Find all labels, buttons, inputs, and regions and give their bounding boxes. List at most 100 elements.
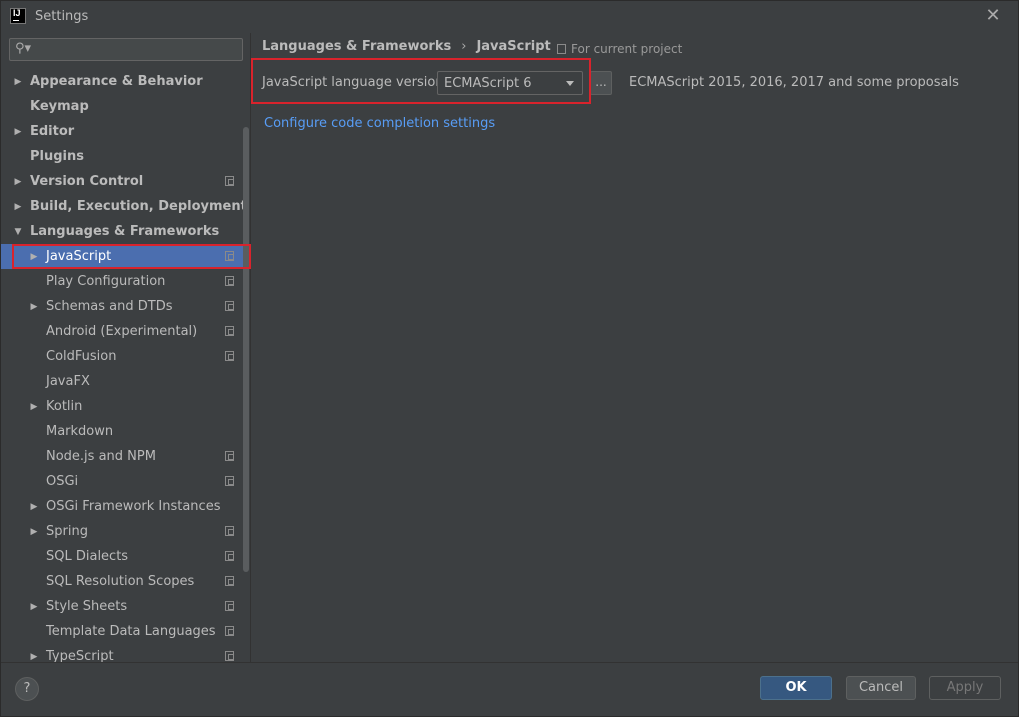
sidebar-item-label: Version Control [30, 174, 144, 189]
search-icon: ⚲▾ [15, 41, 32, 56]
sidebar-item-typescript[interactable]: ▶ TypeScript [1, 644, 250, 662]
project-scope-icon [225, 576, 234, 586]
logo-text: IJ [13, 8, 21, 18]
sidebar-item-coldfusion[interactable]: ColdFusion [1, 344, 250, 369]
highlight-box-javascript [12, 244, 251, 269]
close-icon[interactable]: ✕ [984, 7, 1002, 25]
collapsed-arrow-icon[interactable]: ▶ [29, 602, 39, 612]
sidebar-item-label: Schemas and DTDs [46, 299, 173, 314]
sidebar-item-osgi[interactable]: OSGi [1, 469, 250, 494]
collapsed-arrow-icon[interactable]: ▶ [29, 502, 39, 512]
sidebar-item-template-data-languages[interactable]: Template Data Languages [1, 619, 250, 644]
breadcrumb: Languages & Frameworks › JavaScript [262, 39, 551, 54]
cancel-button[interactable]: Cancel [846, 676, 916, 700]
sidebar-item-sql-resolution-scopes[interactable]: SQL Resolution Scopes [1, 569, 250, 594]
sidebar-item-label: TypeScript [46, 649, 114, 662]
collapsed-arrow-icon[interactable]: ▶ [13, 202, 23, 212]
highlight-box-language-version [251, 58, 591, 104]
apply-button[interactable]: Apply [929, 676, 1001, 700]
sidebar-item-android-experimental[interactable]: Android (Experimental) [1, 319, 250, 344]
project-scope-icon [225, 451, 234, 461]
settings-sidebar: ⚲▾ ▶ Appearance & Behavior Keymap ▶ Editor Pl… [1, 33, 251, 662]
sidebar-item-label: ColdFusion [46, 349, 117, 364]
dialog-footer: ? OK Cancel Apply [1, 662, 1018, 716]
sidebar-item-label: SQL Resolution Scopes [46, 574, 195, 589]
breadcrumb-item: JavaScript [476, 39, 551, 54]
collapsed-arrow-icon[interactable]: ▶ [13, 77, 23, 87]
sidebar-item-kotlin[interactable]: ▶ Kotlin [1, 394, 250, 419]
sidebar-item-sql-dialects[interactable]: SQL Dialects [1, 544, 250, 569]
sidebar-item-label: SQL Dialects [46, 549, 129, 564]
settings-window: IJ Settings ✕ ⚲▾ ▶ Appearance & Behavior K… [0, 0, 1019, 717]
sidebar-item-label: Template Data Languages [46, 624, 216, 639]
main-panel: Languages & Frameworks › JavaScript For … [252, 33, 1018, 662]
help-button[interactable]: ? [15, 677, 39, 701]
sidebar-item-label: Appearance & Behavior [30, 74, 203, 89]
expanded-arrow-icon[interactable]: ▼ [13, 227, 23, 237]
project-scope-icon [225, 476, 234, 486]
breadcrumb-separator: › [461, 39, 467, 54]
project-scope-icon [225, 326, 234, 336]
sidebar-item-build-execution-deployment[interactable]: ▶ Build, Execution, Deployment [1, 194, 250, 219]
sidebar-scrollbar[interactable] [243, 127, 249, 572]
sidebar-item-label: OSGi [46, 474, 79, 489]
sidebar-item-version-control[interactable]: ▶ Version Control [1, 169, 250, 194]
sidebar-item-style-sheets[interactable]: ▶ Style Sheets [1, 594, 250, 619]
collapsed-arrow-icon[interactable]: ▶ [29, 527, 39, 537]
sidebar-item-markdown[interactable]: Markdown [1, 419, 250, 444]
sidebar-item-node-js-and-npm[interactable]: Node.js and NPM [1, 444, 250, 469]
search-field[interactable]: ⚲▾ [9, 38, 243, 61]
sidebar-item-label: Languages & Frameworks [30, 224, 220, 239]
sidebar-item-label: Spring [46, 524, 88, 539]
more-options-button[interactable]: ... [590, 71, 612, 95]
sidebar-item-label: Editor [30, 124, 75, 139]
sidebar-item-play-configuration[interactable]: Play Configuration [1, 269, 250, 294]
project-scope-icon [225, 601, 234, 611]
project-scope-icon [225, 176, 234, 186]
collapsed-arrow-icon[interactable]: ▶ [29, 652, 39, 662]
project-icon [557, 44, 566, 54]
sidebar-item-plugins[interactable]: Plugins [1, 144, 250, 169]
project-scope-icon [225, 526, 234, 536]
search-input[interactable] [36, 41, 236, 58]
sidebar-item-osgi-framework-instances[interactable]: ▶ OSGi Framework Instances [1, 494, 250, 519]
project-scope-icon [225, 276, 234, 286]
sidebar-item-spring[interactable]: ▶ Spring [1, 519, 250, 544]
ok-button[interactable]: OK [760, 676, 832, 700]
intellij-logo-icon: IJ [10, 8, 26, 24]
sidebar-item-keymap[interactable]: Keymap [1, 94, 250, 119]
project-scope-icon [225, 301, 234, 311]
project-scope-icon [225, 651, 234, 661]
breadcrumb-item: Languages & Frameworks [262, 39, 452, 54]
project-scope-icon [225, 626, 234, 636]
collapsed-arrow-icon[interactable]: ▶ [13, 127, 23, 137]
sidebar-item-editor[interactable]: ▶ Editor [1, 119, 250, 144]
collapsed-arrow-icon[interactable]: ▶ [13, 177, 23, 187]
sidebar-item-label: OSGi Framework Instances [46, 499, 221, 514]
sidebar-item-label: Node.js and NPM [46, 449, 156, 464]
for-project-label: For current project [571, 42, 683, 56]
project-scope-icon [225, 551, 234, 561]
sidebar-item-label: Android (Experimental) [46, 324, 198, 339]
sidebar-item-appearance-behavior[interactable]: ▶ Appearance & Behavior [1, 69, 250, 94]
sidebar-item-label: Kotlin [46, 399, 83, 414]
for-current-project: For current project [557, 42, 682, 56]
sidebar-item-schemas-and-dtds[interactable]: ▶ Schemas and DTDs [1, 294, 250, 319]
sidebar-item-javafx[interactable]: JavaFX [1, 369, 250, 394]
sidebar-item-languages-frameworks[interactable]: ▼ Languages & Frameworks [1, 219, 250, 244]
sidebar-item-label: Style Sheets [46, 599, 128, 614]
settings-tree: ▶ Appearance & Behavior Keymap ▶ Editor Plugi… [1, 69, 250, 662]
sidebar-item-label: Markdown [46, 424, 114, 439]
sidebar-item-label: Play Configuration [46, 274, 166, 289]
sidebar-item-label: JavaFX [46, 374, 90, 389]
language-version-description: ECMAScript 2015, 2016, 2017 and some pro… [629, 75, 959, 90]
collapsed-arrow-icon[interactable]: ▶ [29, 302, 39, 312]
collapsed-arrow-icon[interactable]: ▶ [29, 402, 39, 412]
configure-completion-link[interactable]: Configure code completion settings [264, 116, 495, 131]
sidebar-item-label: Keymap [30, 99, 89, 114]
sidebar-item-label: Plugins [30, 149, 84, 164]
project-scope-icon [225, 351, 234, 361]
title-bar: IJ Settings ✕ [1, 1, 1018, 33]
window-title: Settings [35, 9, 89, 24]
sidebar-item-label: Build, Execution, Deployment [30, 199, 247, 214]
